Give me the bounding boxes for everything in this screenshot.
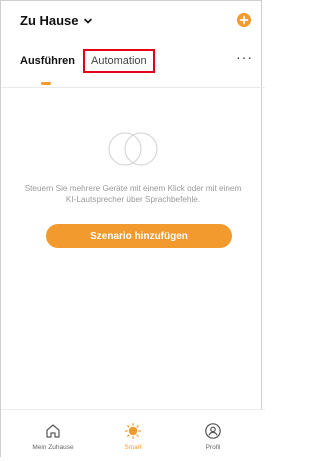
tab-run[interactable]: Ausführen xyxy=(20,55,75,67)
header: Zu Hause Ausführen Automation ··· xyxy=(1,1,265,73)
add-button[interactable] xyxy=(237,13,251,27)
tab-automation[interactable]: Automation xyxy=(83,49,155,73)
nav-item-home[interactable]: Mein Zuhause xyxy=(18,422,88,451)
home-icon xyxy=(46,424,60,438)
nav-item-smart[interactable]: Smart xyxy=(98,422,168,451)
chevron-down-icon xyxy=(83,18,92,23)
app-frame: Zu Hause Ausführen Automation ··· Steuer… xyxy=(0,0,265,461)
nav-label-home: Mein Zuhause xyxy=(32,444,74,451)
more-options-icon[interactable]: ··· xyxy=(236,49,253,65)
home-selector[interactable]: Zu Hause xyxy=(20,13,93,28)
divider xyxy=(1,87,265,88)
plus-circle-icon xyxy=(237,13,251,27)
add-scenario-button[interactable]: Szenario hinzufügen xyxy=(46,224,232,248)
tab-bar: Ausführen Automation xyxy=(20,49,155,73)
nav-item-profile[interactable]: Profil xyxy=(178,422,248,451)
empty-state-text: Steuern Sie mehrere Geräte mit einem Kli… xyxy=(24,184,242,204)
overlapping-circles-icon xyxy=(108,132,158,166)
home-title: Zu Hause xyxy=(20,13,79,28)
nav-label-smart: Smart xyxy=(124,444,142,451)
sun-icon xyxy=(124,422,142,440)
nav-label-profile: Profil xyxy=(205,444,221,451)
profile-icon xyxy=(205,423,221,439)
active-tab-indicator xyxy=(41,82,51,85)
bottom-navigation: Mein Zuhause Smart Profil xyxy=(1,409,265,461)
